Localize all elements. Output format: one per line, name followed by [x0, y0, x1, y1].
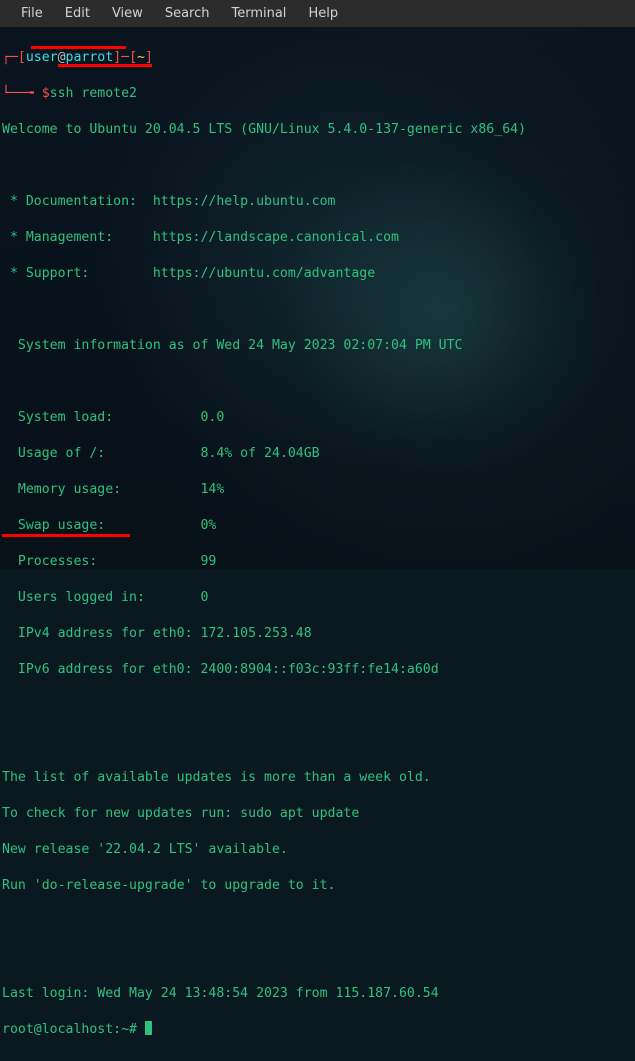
root-prompt-line[interactable]: root@localhost:~# [2, 1021, 633, 1039]
prompt-host: parrot [66, 50, 114, 65]
underline-annotation-1 [31, 46, 126, 49]
sysinfo-ipv6: IPv6 address for eth0: 2400:8904::f03c:9… [2, 661, 633, 679]
menu-view[interactable]: View [101, 2, 154, 25]
prompt-post-cwd: ] [145, 50, 153, 65]
underline-annotation-3 [2, 534, 130, 537]
root-prompt: root@localhost:~# [2, 1022, 145, 1037]
prompt2-sym: $ [42, 86, 50, 101]
updates-l2: To check for new updates run: sudo apt u… [2, 805, 633, 823]
sysinfo-load: System load: 0.0 [2, 409, 633, 427]
prompt-line-2: └──╼ $ssh remote2 [2, 85, 633, 103]
updates-l4: Run 'do-release-upgrade' to upgrade to i… [2, 877, 633, 895]
menu-edit[interactable]: Edit [54, 2, 101, 25]
menu-search[interactable]: Search [154, 2, 221, 25]
menu-help[interactable]: Help [297, 2, 349, 25]
menubar: File Edit View Search Terminal Help [0, 0, 635, 27]
sysinfo-usage: Usage of /: 8.4% of 24.04GB [2, 445, 633, 463]
prompt-pre: ┌─[ [2, 50, 26, 65]
prompt-post-host: ]─[ [113, 50, 137, 65]
prompt-at: @ [58, 50, 66, 65]
sysinfo-swap: Swap usage: 0% [2, 517, 633, 535]
underline-annotation-2 [58, 64, 152, 67]
menu-file[interactable]: File [10, 2, 54, 25]
updates-l1: The list of available updates is more th… [2, 769, 633, 787]
prompt2-pre: └──╼ [2, 86, 42, 101]
support-link: * Support: https://ubuntu.com/advantage [2, 265, 633, 283]
sysinfo-header: System information as of Wed 24 May 2023… [2, 337, 633, 355]
terminal-content[interactable]: ┌─[user@parrot]─[~] └──╼ $ssh remote2 We… [0, 27, 635, 1061]
sysinfo-mem: Memory usage: 14% [2, 481, 633, 499]
last-login: Last login: Wed May 24 13:48:54 2023 fro… [2, 985, 633, 1003]
menu-terminal[interactable]: Terminal [220, 2, 297, 25]
sysinfo-proc: Processes: 99 [2, 553, 633, 571]
mgmt-link: * Management: https://landscape.canonica… [2, 229, 633, 247]
doc-link: * Documentation: https://help.ubuntu.com [2, 193, 633, 211]
updates-l3: New release '22.04.2 LTS' available. [2, 841, 633, 859]
prompt-user: user [26, 50, 58, 65]
sysinfo-ipv4: IPv4 address for eth0: 172.105.253.48 [2, 625, 633, 643]
prompt-cwd: ~ [137, 50, 145, 65]
welcome-line: Welcome to Ubuntu 20.04.5 LTS (GNU/Linux… [2, 121, 633, 139]
sysinfo-users: Users logged in: 0 [2, 589, 633, 607]
cursor [145, 1021, 152, 1035]
command: ssh remote2 [50, 86, 137, 101]
